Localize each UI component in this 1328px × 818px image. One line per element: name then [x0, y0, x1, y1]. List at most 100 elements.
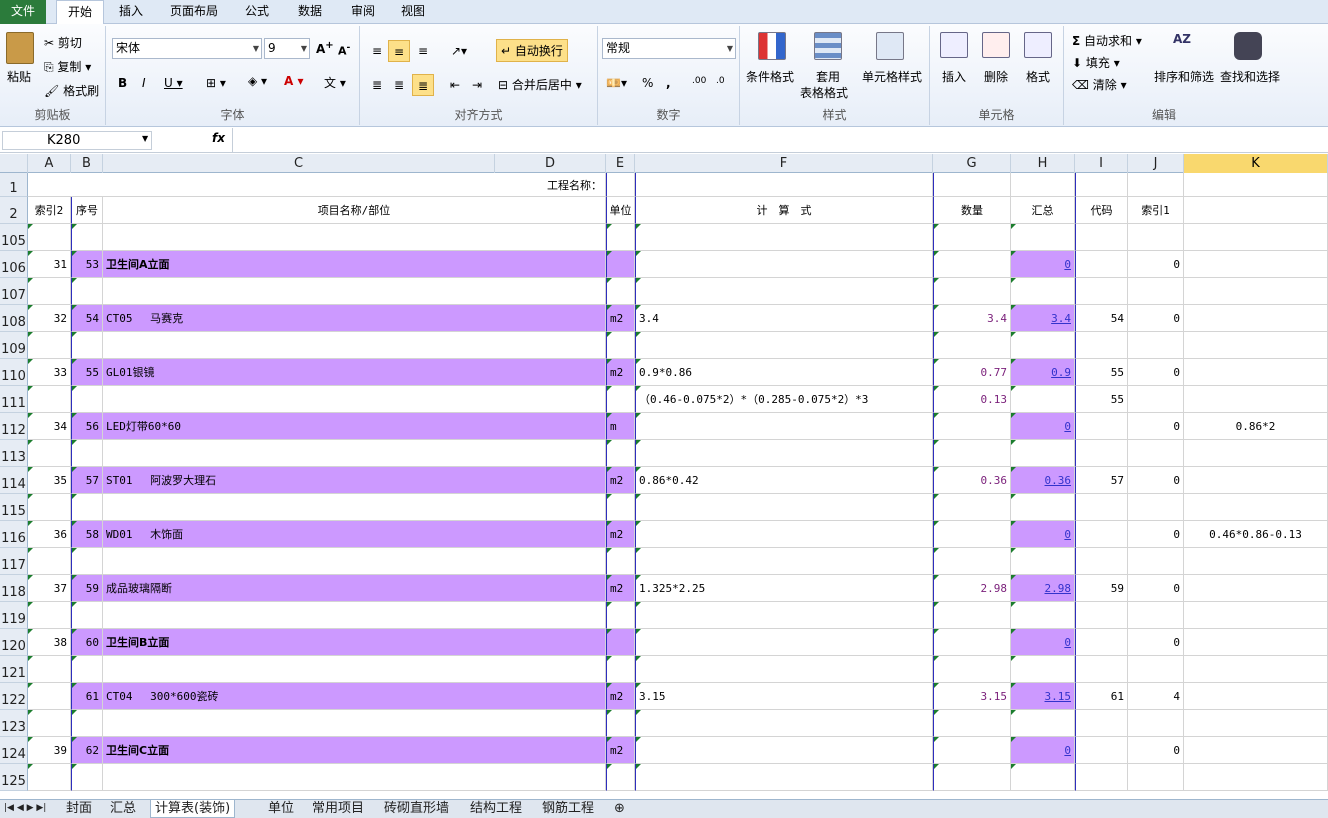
- cell-A[interactable]: [28, 683, 71, 710]
- row-header[interactable]: 116: [0, 521, 28, 548]
- cell-C[interactable]: CT04 300*600瓷砖: [103, 683, 606, 710]
- binoculars-icon[interactable]: [1234, 32, 1262, 60]
- cell-I[interactable]: [1075, 278, 1128, 305]
- column-header-E[interactable]: E: [606, 154, 635, 173]
- cell-K[interactable]: [1184, 656, 1328, 683]
- cell-B[interactable]: [71, 548, 103, 575]
- cell-J[interactable]: 0: [1128, 251, 1184, 278]
- cell-F[interactable]: （0.46-0.075*2）*（0.285-0.075*2）*3: [635, 386, 933, 413]
- cell-I[interactable]: 代码: [1075, 197, 1128, 224]
- cell-C[interactable]: CT05 马赛克: [103, 305, 606, 332]
- cell-style-icon[interactable]: [876, 32, 904, 60]
- tab-5[interactable]: 数据: [284, 0, 336, 24]
- cell-B[interactable]: 56: [71, 413, 103, 440]
- cell-H[interactable]: 2.98: [1011, 575, 1075, 602]
- cell-K[interactable]: [1184, 224, 1328, 251]
- chevron-down-icon[interactable]: ▼: [142, 134, 148, 143]
- column-header-G[interactable]: G: [933, 154, 1011, 173]
- cell-H[interactable]: [1011, 224, 1075, 251]
- cell-K[interactable]: [1184, 173, 1328, 197]
- table-format-button-2[interactable]: 表格格式: [800, 84, 848, 101]
- cell-J[interactable]: 0: [1128, 521, 1184, 548]
- conditional-format-icon[interactable]: [758, 32, 786, 60]
- cell-E[interactable]: [606, 440, 635, 467]
- cell-K[interactable]: [1184, 278, 1328, 305]
- row-header[interactable]: 120: [0, 629, 28, 656]
- sheet-tab-5[interactable]: 砖砌直形墙: [380, 800, 453, 818]
- cell-B[interactable]: [71, 386, 103, 413]
- format-cells-icon[interactable]: [1024, 32, 1052, 58]
- tab-4[interactable]: 公式: [234, 0, 280, 24]
- column-header-K[interactable]: K: [1184, 154, 1328, 173]
- table-format-icon[interactable]: [814, 32, 842, 60]
- cell-G[interactable]: [933, 332, 1011, 359]
- cell-H[interactable]: 0: [1011, 629, 1075, 656]
- cell-G[interactable]: [933, 224, 1011, 251]
- fill-color-icon[interactable]: ◈ ▾: [248, 74, 267, 88]
- column-header-F[interactable]: F: [635, 154, 933, 173]
- column-header-C[interactable]: C: [103, 154, 495, 173]
- cell-I[interactable]: [1075, 737, 1128, 764]
- sheet-tab-6[interactable]: 结构工程: [466, 800, 526, 818]
- fill-button[interactable]: ⬇ 填充 ▾: [1072, 54, 1120, 71]
- cell-I[interactable]: [1075, 440, 1128, 467]
- find-select-button[interactable]: 查找和选择: [1220, 68, 1280, 85]
- row-header[interactable]: 2: [0, 197, 28, 224]
- cell-H[interactable]: [1011, 710, 1075, 737]
- cell-K[interactable]: [1184, 683, 1328, 710]
- cell-F[interactable]: [635, 521, 933, 548]
- cell-B[interactable]: 55: [71, 359, 103, 386]
- align-middle-icon[interactable]: ≡: [388, 40, 410, 62]
- column-header-I[interactable]: I: [1075, 154, 1128, 173]
- cell-A[interactable]: 34: [28, 413, 71, 440]
- cell-K[interactable]: [1184, 467, 1328, 494]
- underline-button[interactable]: U ▾: [164, 76, 183, 90]
- cell-F[interactable]: 1.325*2.25: [635, 575, 933, 602]
- cell-C[interactable]: LED灯带60*60: [103, 413, 606, 440]
- cell-J[interactable]: [1128, 386, 1184, 413]
- cell-G[interactable]: 0.77: [933, 359, 1011, 386]
- sheet-tab-7[interactable]: 钢筋工程: [538, 800, 598, 818]
- cell-G[interactable]: [933, 521, 1011, 548]
- cell-A[interactable]: 31: [28, 251, 71, 278]
- cell-J[interactable]: [1128, 548, 1184, 575]
- format-button[interactable]: 格式: [1026, 68, 1050, 85]
- cell-C[interactable]: 卫生间C立面: [103, 737, 606, 764]
- cell-A[interactable]: [28, 440, 71, 467]
- cell-A[interactable]: [28, 602, 71, 629]
- sheet-tab-3[interactable]: 单位: [264, 800, 298, 818]
- cell-K[interactable]: [1184, 197, 1328, 224]
- row-header[interactable]: 122: [0, 683, 28, 710]
- cell-C[interactable]: 项目名称/部位: [103, 197, 606, 224]
- cell-J[interactable]: [1128, 278, 1184, 305]
- cell-F[interactable]: 计 算 式: [635, 197, 933, 224]
- cell-B[interactable]: 序号: [71, 197, 103, 224]
- cell-H[interactable]: [1011, 494, 1075, 521]
- cell-I[interactable]: [1075, 764, 1128, 791]
- italic-button[interactable]: I: [142, 76, 146, 90]
- cell-G[interactable]: [933, 278, 1011, 305]
- decrease-indent-icon[interactable]: ⇤: [444, 74, 466, 96]
- currency-icon[interactable]: 💴▾: [606, 76, 627, 90]
- cell-B[interactable]: 58: [71, 521, 103, 548]
- cell-E[interactable]: m2: [606, 737, 635, 764]
- cell-J[interactable]: 0: [1128, 575, 1184, 602]
- cell-E[interactable]: [606, 602, 635, 629]
- cell-F[interactable]: [635, 413, 933, 440]
- cell-C[interactable]: [103, 764, 606, 791]
- cell-G[interactable]: [933, 413, 1011, 440]
- cell-J[interactable]: [1128, 494, 1184, 521]
- cell-B[interactable]: 57: [71, 467, 103, 494]
- row-header[interactable]: 109: [0, 332, 28, 359]
- cell-I[interactable]: [1075, 656, 1128, 683]
- cell-B[interactable]: 62: [71, 737, 103, 764]
- cell-A[interactable]: [28, 224, 71, 251]
- cell-A[interactable]: 索引2: [28, 197, 71, 224]
- cell-I[interactable]: [1075, 494, 1128, 521]
- orientation-icon[interactable]: ↗▾: [448, 40, 470, 62]
- cell-C[interactable]: [103, 440, 606, 467]
- cell-H[interactable]: 0: [1011, 413, 1075, 440]
- cell-G[interactable]: [933, 710, 1011, 737]
- sort-filter-icon[interactable]: AZ: [1168, 32, 1196, 60]
- row-header[interactable]: 113: [0, 440, 28, 467]
